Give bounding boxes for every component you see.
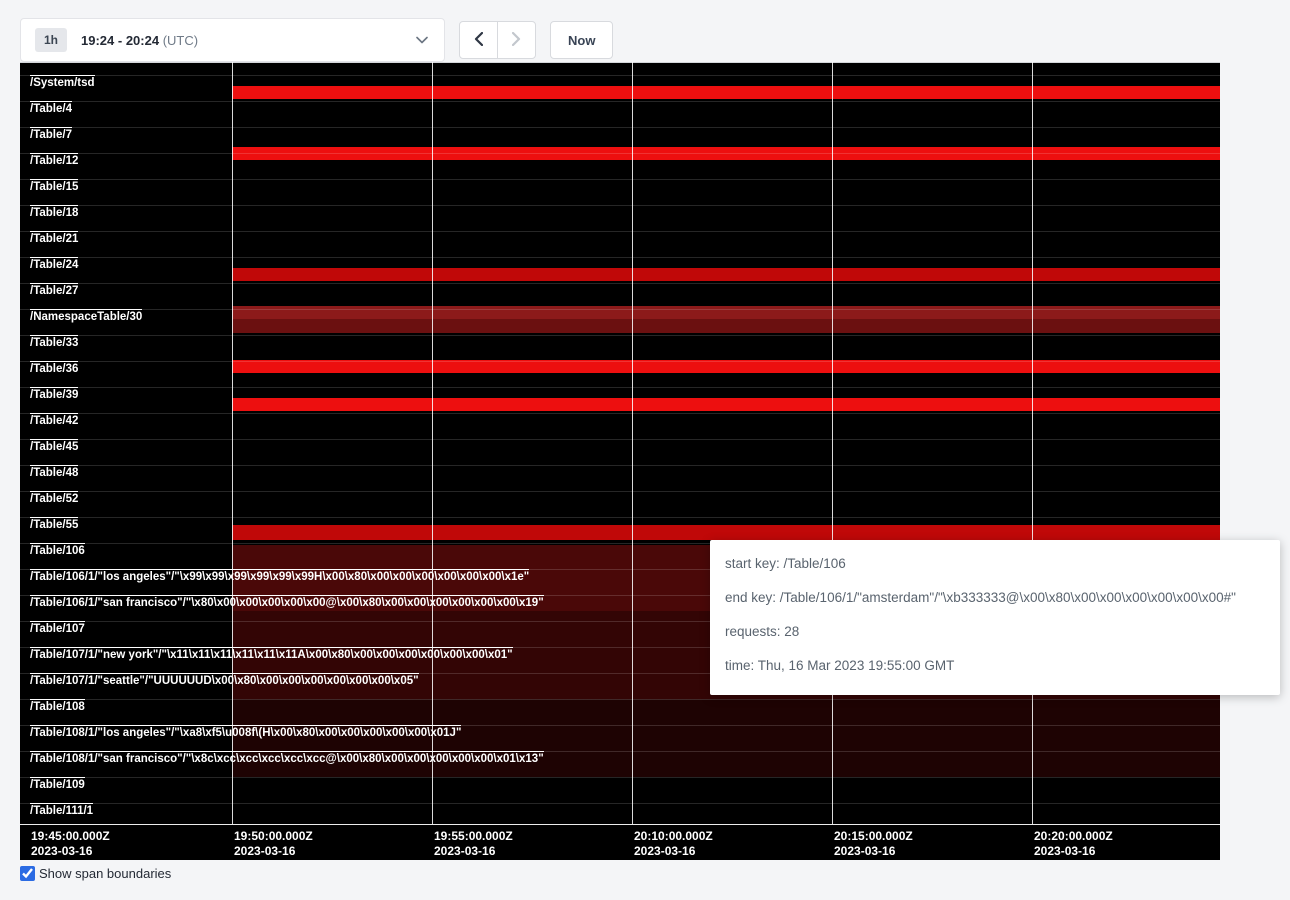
tick-date: 2023-03-16 [634, 844, 713, 859]
heat-band [232, 86, 1220, 99]
tick-time: 19:50:00.000Z [234, 829, 313, 844]
heat-band [232, 525, 1220, 540]
tooltip-start-key: start key: /Table/106 [725, 553, 1265, 574]
next-time-button[interactable] [497, 21, 536, 59]
time-zone-label: (UTC) [163, 33, 198, 48]
row-label: /System/tsd [30, 75, 95, 90]
time-range-value: 19:24 - 20:24 [81, 33, 159, 48]
show-span-boundaries-checkbox[interactable] [20, 866, 35, 881]
tick-date: 2023-03-16 [31, 844, 110, 859]
hover-tooltip: start key: /Table/106 end key: /Table/10… [710, 540, 1280, 695]
tick-date: 2023-03-16 [434, 844, 513, 859]
x-axis-tick: 19:45:00.000Z 2023-03-16 [31, 829, 110, 859]
row-label: /Table/18 [30, 205, 78, 220]
tick-time: 19:55:00.000Z [434, 829, 513, 844]
row-label: /Table/109 [30, 777, 85, 792]
prev-time-button[interactable] [459, 21, 498, 59]
time-gridline [232, 62, 233, 824]
chevron-left-icon [474, 32, 483, 49]
heat-band [232, 360, 1220, 373]
heat-band [232, 306, 1220, 319]
toolbar: 1h 19:24 - 20:24 (UTC) Now [20, 18, 613, 62]
tick-date: 2023-03-16 [834, 844, 913, 859]
time-gridline [1032, 62, 1033, 824]
row-label: /Table/107/1/"new york"/"\x11\x11\x11\x1… [30, 647, 513, 662]
row-label: /Table/108 [30, 699, 85, 714]
time-window-badge: 1h [35, 28, 67, 52]
tick-time: 20:10:00.000Z [634, 829, 713, 844]
x-axis-tick: 20:10:00.000Z 2023-03-16 [634, 829, 713, 859]
x-axis-tick: 20:20:00.000Z 2023-03-16 [1034, 829, 1113, 859]
row-label: /NamespaceTable/30 [30, 309, 142, 324]
time-range-selector[interactable]: 1h 19:24 - 20:24 (UTC) [20, 18, 445, 62]
x-axis-tick: 19:55:00.000Z 2023-03-16 [434, 829, 513, 859]
row-label: /Table/24 [30, 257, 78, 272]
row-label: /Table/106/1/"san francisco"/"\x80\x00\x… [30, 595, 544, 610]
x-axis-tick: 20:15:00.000Z 2023-03-16 [834, 829, 913, 859]
canvas-top-boundary [20, 62, 1220, 63]
row-label: /Table/27 [30, 283, 78, 298]
row-label: /Table/42 [30, 413, 78, 428]
row-label: /Table/106 [30, 543, 85, 558]
row-label: /Table/111/1 [30, 803, 93, 818]
time-range-label: 19:24 - 20:24 (UTC) [81, 33, 198, 48]
row-label: /Table/12 [30, 153, 78, 168]
tooltip-end-key: end key: /Table/106/1/"amsterdam"/"\xb33… [725, 587, 1265, 608]
chevron-down-icon [416, 36, 428, 44]
chevron-right-icon [512, 32, 521, 49]
tooltip-requests: requests: 28 [725, 621, 1265, 642]
row-label: /Table/107 [30, 621, 85, 636]
row-label: /Table/55 [30, 517, 78, 532]
key-visualizer-canvas[interactable]: /System/tsd /Table/4 /Table/7 /Table/12 … [20, 62, 1220, 860]
now-button[interactable]: Now [550, 21, 613, 59]
row-label: /Table/108/1/"los angeles"/"\xa8\xf5\u00… [30, 725, 461, 740]
row-label: /Table/4 [30, 101, 72, 116]
row-label: /Table/21 [30, 231, 78, 246]
row-label: /Table/7 [30, 127, 72, 142]
heat-band [232, 319, 1220, 333]
time-nav-group [459, 21, 536, 59]
heat-band [232, 268, 1220, 281]
tick-time: 19:45:00.000Z [31, 829, 110, 844]
tick-date: 2023-03-16 [1034, 844, 1113, 859]
time-gridline [432, 62, 433, 824]
x-axis: 19:45:00.000Z 2023-03-16 19:50:00.000Z 2… [20, 824, 1220, 860]
show-span-boundaries-label: Show span boundaries [39, 866, 171, 881]
tick-time: 20:20:00.000Z [1034, 829, 1113, 844]
tooltip-time: time: Thu, 16 Mar 2023 19:55:00 GMT [725, 655, 1265, 676]
row-label: /Table/39 [30, 387, 78, 402]
tick-date: 2023-03-16 [234, 844, 313, 859]
show-span-boundaries-control[interactable]: Show span boundaries [20, 866, 171, 881]
row-label: /Table/106/1/"los angeles"/"\x99\x99\x99… [30, 569, 529, 584]
heat-band [232, 398, 1220, 411]
time-gridline [832, 62, 833, 824]
row-label: /Table/107/1/"seattle"/"UUUUUUD\x00\x80\… [30, 673, 419, 688]
row-label: /Table/52 [30, 491, 78, 506]
row-label: /Table/15 [30, 179, 78, 194]
tick-time: 20:15:00.000Z [834, 829, 913, 844]
row-label: /Table/48 [30, 465, 78, 480]
row-label: /Table/45 [30, 439, 78, 454]
row-label: /Table/36 [30, 361, 78, 376]
row-label: /Table/108/1/"san francisco"/"\x8c\xcc\x… [30, 751, 544, 766]
heat-band [232, 147, 1220, 160]
row-label: /Table/33 [30, 335, 78, 350]
time-gridline [632, 62, 633, 824]
x-axis-tick: 19:50:00.000Z 2023-03-16 [234, 829, 313, 859]
